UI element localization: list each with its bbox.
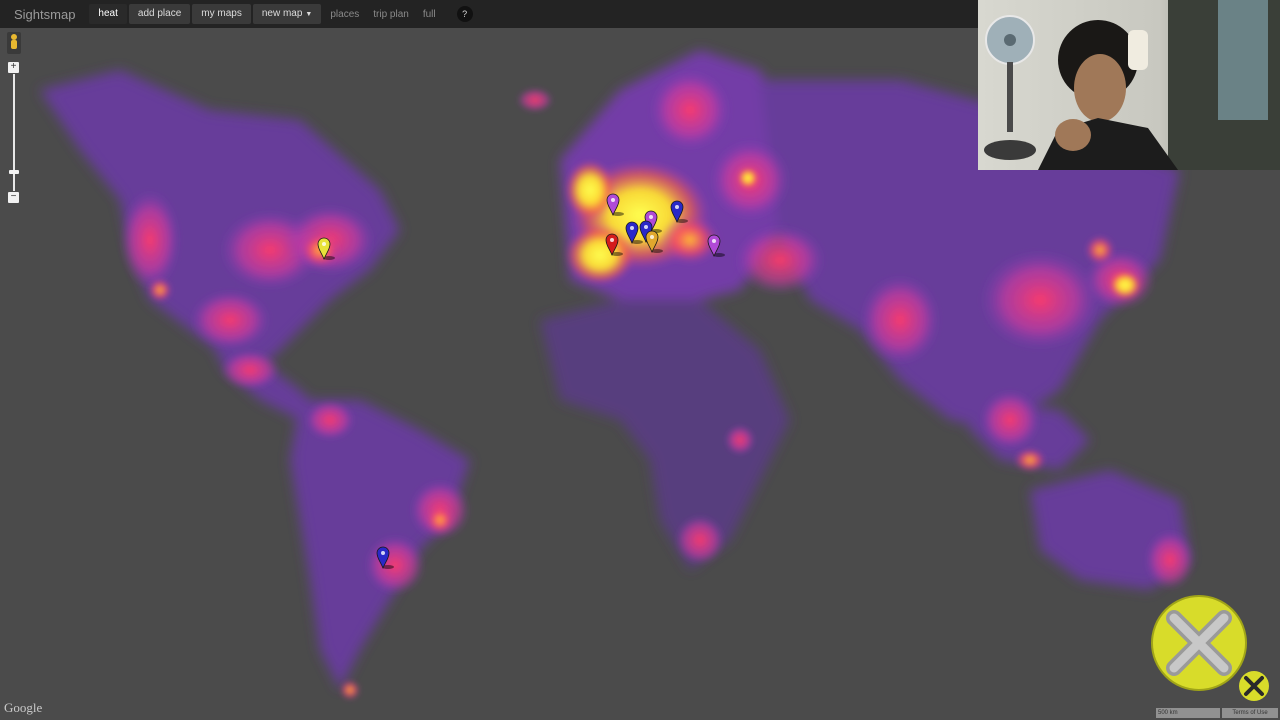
webcam-overlay [978,0,1280,170]
close-icon[interactable] [1150,594,1248,692]
top-toolbar: Sightsmap heat add place my maps new map… [0,0,978,28]
close-small-icon[interactable] [1238,670,1270,702]
map-scale: 500 km [1156,708,1220,718]
pegman-icon[interactable] [7,32,21,54]
google-logo: Google [4,700,43,715]
add-place-button[interactable]: add place [128,4,191,24]
zoom-in-button[interactable]: + [8,62,19,73]
terms-of-use-link[interactable]: Terms of Use [1222,708,1278,718]
new-map-label: new map [261,8,303,19]
clothes-image [1218,0,1268,120]
new-map-button[interactable]: new map ▼ [252,4,322,24]
full-link[interactable]: full [416,9,443,20]
zoom-slider-handle[interactable] [9,170,19,174]
sightsmap-app: Sightsmap heat add place my maps new map… [0,0,1280,720]
help-button[interactable]: ? [456,6,473,22]
places-link[interactable]: places [323,9,366,20]
chevron-down-icon: ▼ [305,11,313,18]
my-maps-button[interactable]: my maps [192,4,251,24]
zoom-out-button[interactable]: − [8,192,19,203]
trip-plan-link[interactable]: trip plan [366,9,416,20]
heat-button[interactable]: heat [89,4,127,24]
brand-logo[interactable]: Sightsmap [14,7,75,22]
